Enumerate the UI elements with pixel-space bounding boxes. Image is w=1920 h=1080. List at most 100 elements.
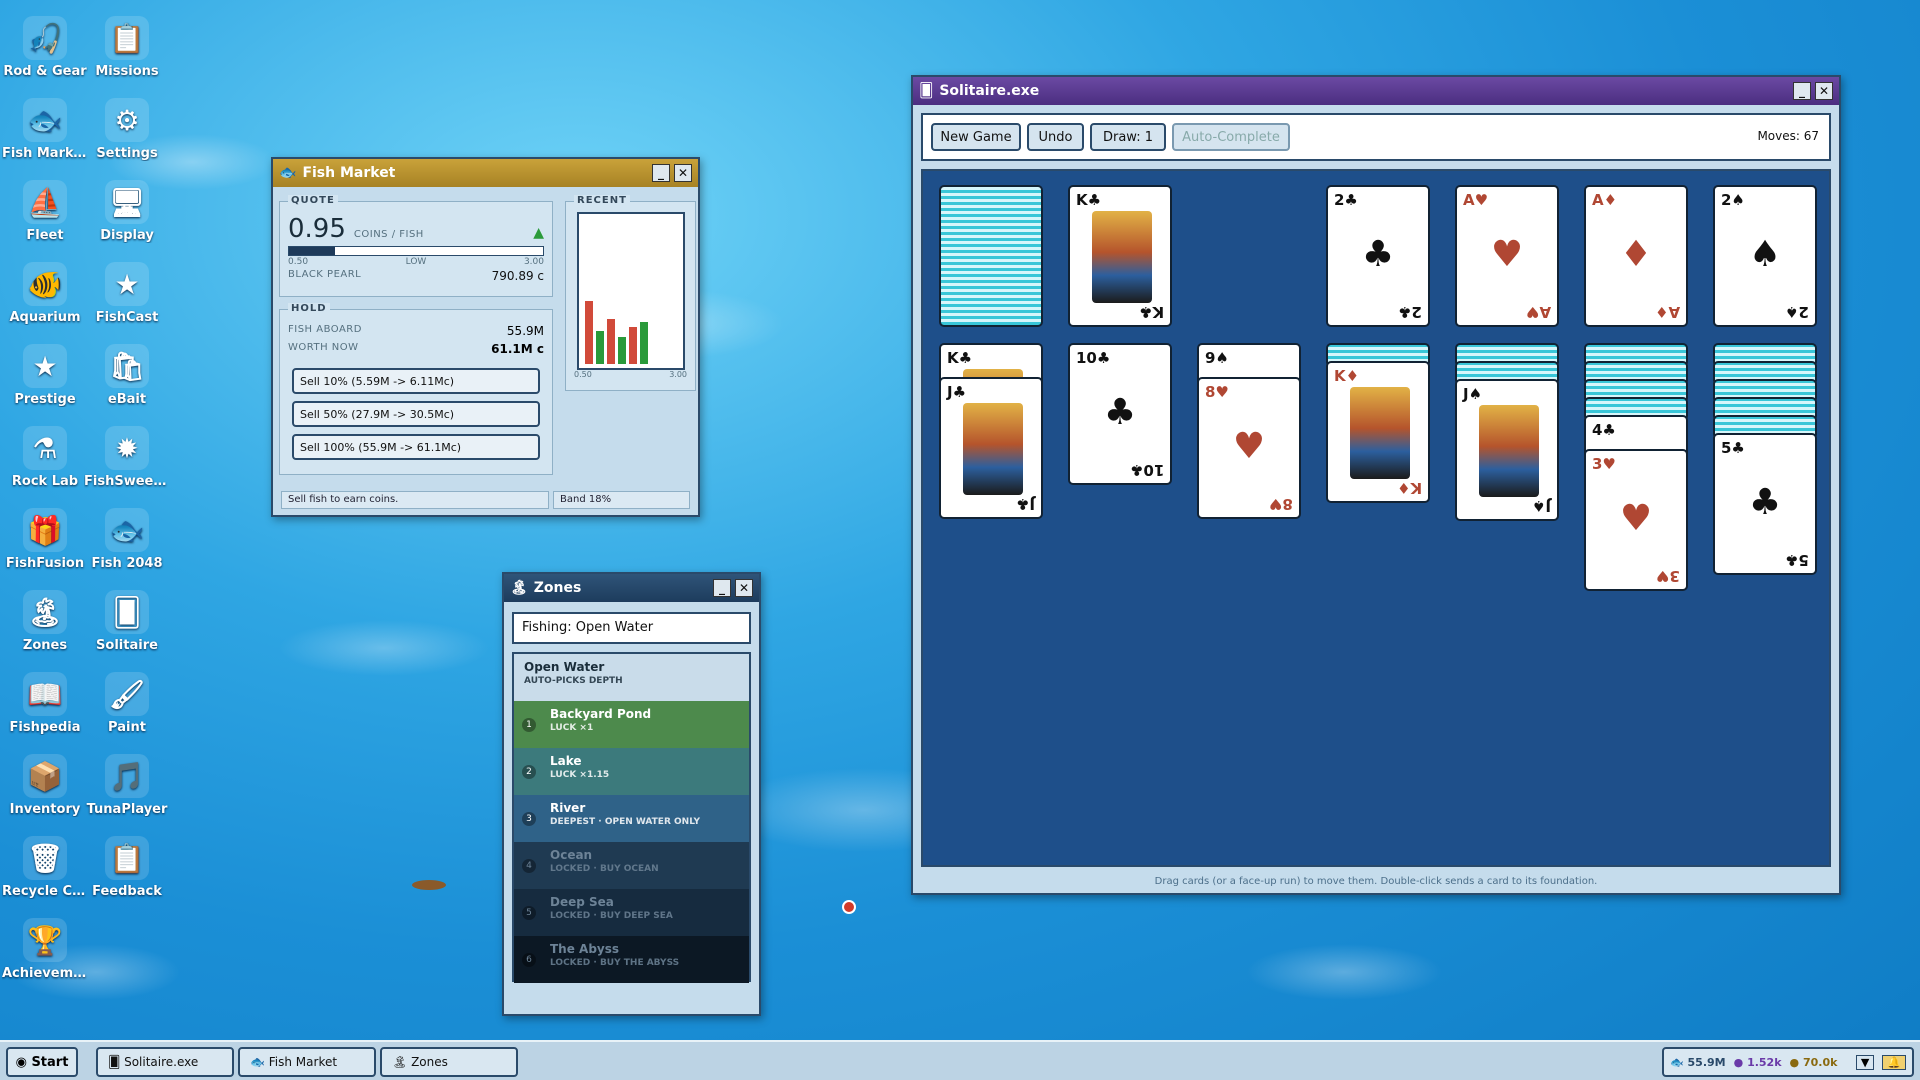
- desktop-icon-fishsweeper[interactable]: ✹ FishSweeper: [84, 426, 170, 489]
- fish-aboard-value: 55.9M: [506, 324, 544, 338]
- zones-titlebar[interactable]: 🏝 Zones _ ✕: [504, 574, 759, 602]
- card-5-♣[interactable]: 5♣ 5♣ ♣: [1713, 433, 1817, 575]
- desktop-icon-fish-market[interactable]: 🐟 Fish Market: [2, 98, 88, 161]
- card-J-♣[interactable]: J♣ J♣: [939, 377, 1043, 519]
- desktop-icon-label: Paint: [108, 720, 146, 735]
- notification-icon[interactable]: 🔔: [1882, 1054, 1906, 1070]
- card-rank: J♣: [1015, 495, 1035, 513]
- moves-counter: Moves: 67: [1757, 129, 1819, 143]
- island-icon: 🏝: [392, 1055, 412, 1069]
- app-icon: 📖: [23, 672, 67, 716]
- desktop-icon-fishpedia[interactable]: 📖 Fishpedia: [2, 672, 88, 735]
- app-icon: 🎁: [23, 508, 67, 552]
- recent-max: 3.00: [669, 370, 687, 379]
- desktop-icon-zones[interactable]: 🏝 Zones: [2, 590, 88, 653]
- zone-item-ocean[interactable]: 4 Ocean LOCKED · BUY OCEAN: [514, 842, 749, 889]
- island-icon: 🏝: [510, 580, 528, 596]
- desktop-icon-rock-lab[interactable]: ⚗ Rock Lab: [2, 426, 88, 489]
- card-A-♦[interactable]: A♦ A♦ ♦: [1584, 185, 1688, 327]
- desktop-icon-label: Zones: [22, 638, 68, 653]
- close-button[interactable]: ✕: [1815, 82, 1833, 100]
- boat-icon: [412, 880, 446, 890]
- auto-complete-button[interactable]: Auto-Complete: [1172, 123, 1290, 151]
- draw-mode-button[interactable]: Draw: 1: [1090, 123, 1166, 151]
- tray-expand-icon[interactable]: ▼: [1855, 1054, 1875, 1070]
- solitaire-window[interactable]: 🂠 Solitaire.exe _ ✕ New Game Undo Draw: …: [911, 75, 1841, 895]
- app-icon: 🖥: [105, 180, 149, 224]
- stock-pile[interactable]: [939, 185, 1043, 327]
- fish-market-titlebar[interactable]: 🐟 Fish Market _ ✕: [273, 159, 698, 187]
- task-fish-market[interactable]: 🐟 Fish Market: [238, 1047, 376, 1077]
- desktop-icon-recycle-ce[interactable]: 🗑 Recycle Ce...: [2, 836, 88, 899]
- zone-item-the-abyss[interactable]: 6 The Abyss LOCKED · BUY THE ABYSS: [514, 936, 749, 983]
- desktop-icon-prestige[interactable]: ★ Prestige: [2, 344, 88, 407]
- desktop-icon-paint[interactable]: 🖌 Paint: [84, 672, 170, 735]
- fish-icon: 🐟: [279, 165, 297, 181]
- card-A-♥[interactable]: A♥ A♥ ♥: [1455, 185, 1559, 327]
- zone-item-backyard-pond[interactable]: 1 Backyard Pond LUCK ×1: [514, 701, 749, 748]
- start-button[interactable]: ◉ Start: [6, 1047, 78, 1077]
- zones-window[interactable]: 🏝 Zones _ ✕ Fishing: Open Water Open Wat…: [502, 572, 761, 1016]
- desktop-icon-display[interactable]: 🖥 Display: [84, 180, 170, 243]
- card-8-♥[interactable]: 8♥ 8♥ ♥: [1197, 377, 1301, 519]
- undo-button[interactable]: Undo: [1027, 123, 1084, 151]
- card-10-♣[interactable]: 10♣ 10♣ ♣: [1068, 343, 1172, 485]
- desktop-icon-aquarium[interactable]: 🐠 Aquarium: [2, 262, 88, 325]
- card-2-♣[interactable]: 2♣ 2♣ ♣: [1326, 185, 1430, 327]
- card-3-♥[interactable]: 3♥ 3♥ ♥: [1584, 449, 1688, 591]
- sell-10-button[interactable]: Sell 10% (5.59M -> 6.11Mc): [292, 368, 540, 394]
- minimize-button[interactable]: _: [652, 164, 670, 182]
- desktop-icon-missions[interactable]: 📋 Missions: [84, 16, 170, 79]
- sell-100-button[interactable]: Sell 100% (55.9M -> 61.1Mc): [292, 434, 540, 460]
- desktop-icon-ebait[interactable]: 🛍 eBait: [84, 344, 170, 407]
- task-label: Solitaire.exe: [124, 1055, 199, 1069]
- worth-now-value: 61.1M c: [491, 342, 544, 356]
- app-icon: ★: [23, 344, 67, 388]
- desktop-icon-fishfusion[interactable]: 🎁 FishFusion: [2, 508, 88, 571]
- zone-number: 5: [522, 906, 536, 920]
- card-K-♣[interactable]: K♣ K♣: [1068, 185, 1172, 327]
- zone-item-deep-sea[interactable]: 5 Deep Sea LOCKED · BUY DEEP SEA: [514, 889, 749, 936]
- card-rank: 4♣: [1592, 421, 1616, 439]
- card-K-♦[interactable]: K♦ K♦: [1326, 361, 1430, 503]
- task-zones[interactable]: 🏝 Zones: [380, 1047, 518, 1077]
- desktop-icon-fleet[interactable]: ⛵ Fleet: [2, 180, 88, 243]
- new-game-button[interactable]: New Game: [931, 123, 1021, 151]
- desktop-icon-rod-gear[interactable]: 🎣 Rod & Gear: [2, 16, 88, 79]
- desktop-icon-settings[interactable]: ⚙ Settings: [84, 98, 170, 161]
- close-button[interactable]: ✕: [735, 579, 753, 597]
- minimize-button[interactable]: _: [1793, 82, 1811, 100]
- desktop-icon-inventory[interactable]: 📦 Inventory: [2, 754, 88, 817]
- recent-bar: [639, 322, 648, 364]
- zone-name: Open Water: [524, 660, 605, 674]
- card-rank: 8♥: [1205, 383, 1229, 401]
- fish-count: 🐟 55.9M: [1670, 1055, 1726, 1069]
- card-J-♠[interactable]: J♠ J♠: [1455, 379, 1559, 521]
- desktop-icon-fishcast[interactable]: ★ FishCast: [84, 262, 170, 325]
- zone-item-open-water[interactable]: Open Water AUTO-PICKS DEPTH: [514, 654, 749, 701]
- window-title: Solitaire.exe: [939, 83, 1040, 99]
- card-icon: 🂠: [919, 83, 934, 99]
- minimize-button[interactable]: _: [713, 579, 731, 597]
- app-icon: 🗑: [23, 836, 67, 880]
- app-icon: ⚗: [23, 426, 67, 470]
- card-2-♠[interactable]: 2♠ 2♠ ♠: [1713, 185, 1817, 327]
- start-icon: ◉: [15, 1054, 32, 1070]
- fish-market-window[interactable]: 🐟 Fish Market _ ✕ QUOTE 0.95 COINS / FIS…: [271, 157, 700, 517]
- zone-item-lake[interactable]: 2 Lake LUCK ×1.15: [514, 748, 749, 795]
- desktop-icon-fish-2048[interactable]: 🐟 Fish 2048: [84, 508, 170, 571]
- recent-bar: [584, 301, 593, 364]
- zone-name: The Abyss: [550, 942, 620, 956]
- solitaire-titlebar[interactable]: 🂠 Solitaire.exe _ ✕: [913, 77, 1839, 105]
- desktop-icon-tunaplayer[interactable]: 🎵 TunaPlayer: [84, 754, 170, 817]
- card-rank: 2♣: [1334, 191, 1358, 209]
- zone-item-river[interactable]: 3 River DEEPEST · OPEN WATER ONLY: [514, 795, 749, 842]
- desktop-icon-achieveme[interactable]: 🏆 Achieveme...: [2, 918, 88, 981]
- desktop-icon-feedback[interactable]: 📋 Feedback: [84, 836, 170, 899]
- close-button[interactable]: ✕: [674, 164, 692, 182]
- task-solitaire[interactable]: 🂠 Solitaire.exe: [96, 1047, 234, 1077]
- desktop-icon-solitaire[interactable]: 🂠 Solitaire: [84, 590, 170, 653]
- zone-name: River: [550, 801, 586, 815]
- sell-50-button[interactable]: Sell 50% (27.9M -> 30.5Mc): [292, 401, 540, 427]
- desktop-icon-label: TunaPlayer: [86, 802, 168, 817]
